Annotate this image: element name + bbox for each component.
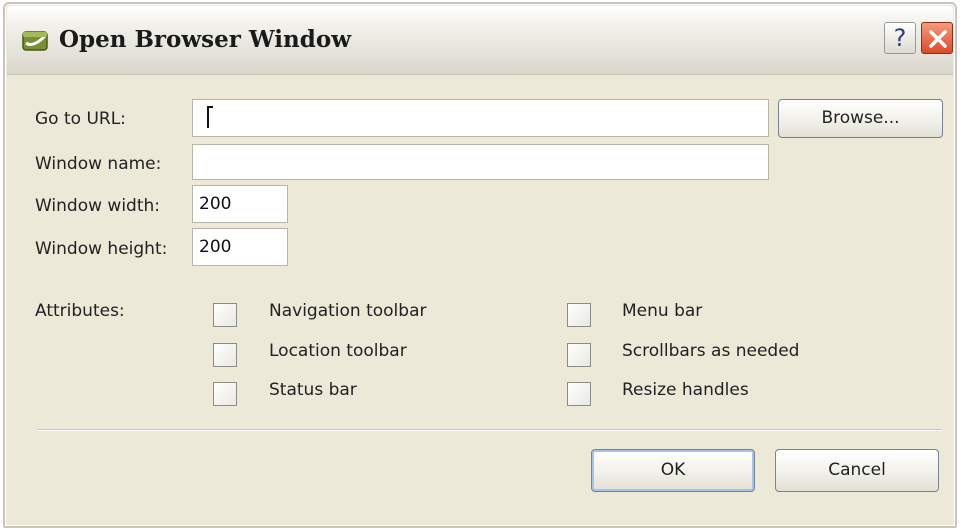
- navigation-toolbar-label[interactable]: Navigation toolbar: [269, 301, 426, 321]
- resize-handles-label[interactable]: Resize handles: [622, 380, 749, 400]
- resize-handles-checkbox[interactable]: [567, 382, 591, 406]
- ok-button[interactable]: OK: [591, 449, 755, 492]
- text-cursor: [207, 106, 209, 128]
- dialog-window: Open Browser Window ? Go to URL: Browse.…: [3, 2, 957, 528]
- menu-bar-checkbox[interactable]: [567, 303, 591, 327]
- window-name-input[interactable]: [192, 144, 769, 180]
- browse-button[interactable]: Browse...: [778, 99, 943, 138]
- attributes-label: Attributes:: [35, 301, 125, 321]
- status-bar-label[interactable]: Status bar: [269, 380, 357, 400]
- text-cursor-tick: [207, 106, 213, 108]
- window-height-label: Window height:: [35, 239, 168, 259]
- close-icon: [929, 30, 947, 48]
- scrollbars-label[interactable]: Scrollbars as needed: [622, 341, 799, 361]
- window-width-label: Window width:: [35, 196, 161, 216]
- app-icon: [21, 28, 51, 54]
- scrollbars-checkbox[interactable]: [567, 343, 591, 367]
- window-name-label: Window name:: [35, 154, 162, 174]
- menu-bar-label[interactable]: Menu bar: [622, 301, 702, 321]
- window-title: Open Browser Window: [59, 26, 351, 53]
- navigation-toolbar-checkbox[interactable]: [213, 303, 237, 327]
- separator: [38, 429, 942, 431]
- help-button[interactable]: ?: [884, 22, 916, 54]
- status-bar-checkbox[interactable]: [213, 382, 237, 406]
- close-button[interactable]: [921, 22, 953, 54]
- cancel-button[interactable]: Cancel: [775, 449, 939, 492]
- url-input[interactable]: [192, 99, 769, 137]
- location-toolbar-checkbox[interactable]: [213, 343, 237, 367]
- title-bar[interactable]: Open Browser Window ?: [7, 6, 953, 75]
- window-height-input[interactable]: [192, 228, 288, 266]
- window-width-input[interactable]: [192, 185, 288, 223]
- url-label: Go to URL:: [35, 109, 126, 129]
- location-toolbar-label[interactable]: Location toolbar: [269, 341, 407, 361]
